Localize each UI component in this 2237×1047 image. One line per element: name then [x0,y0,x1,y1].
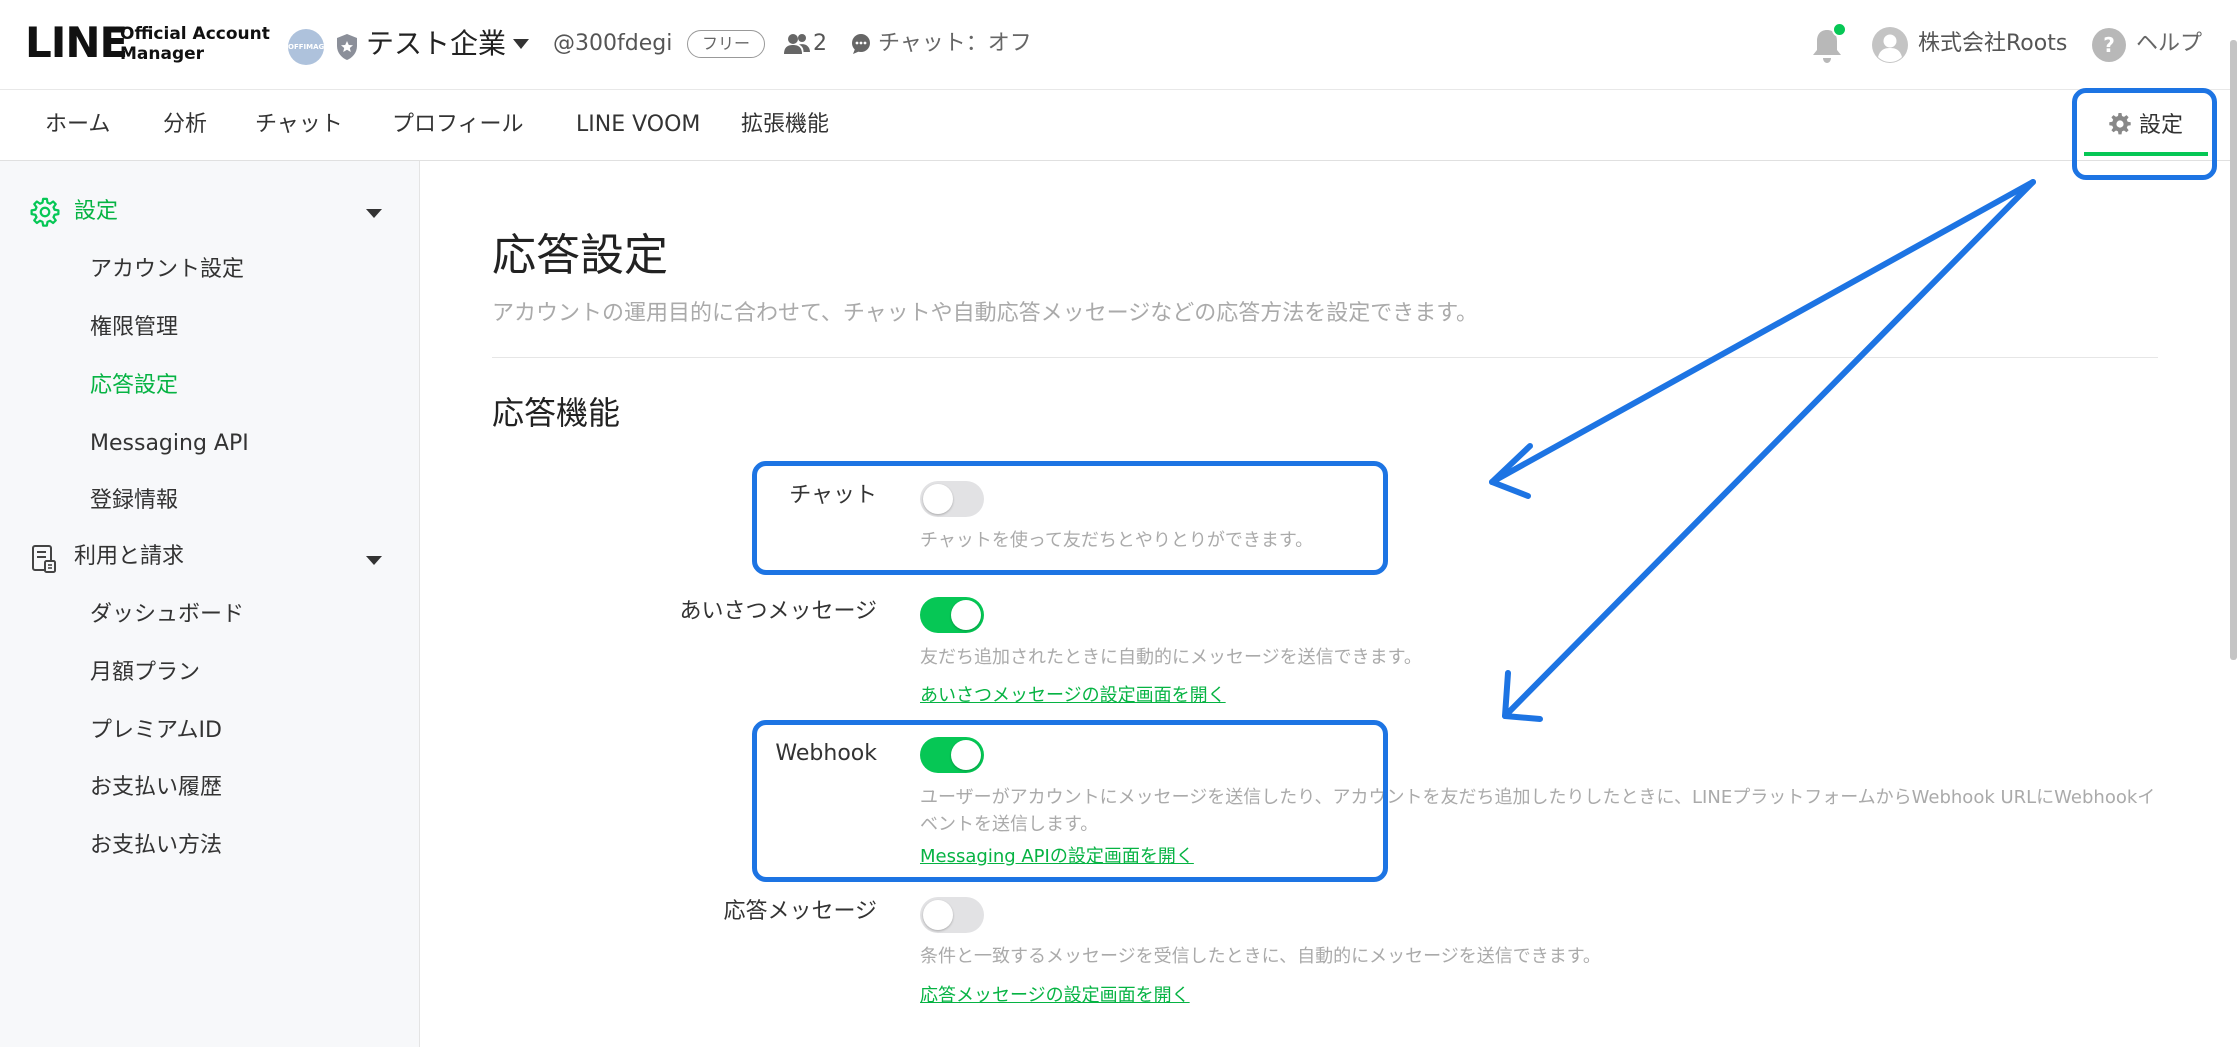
sidebar-item-response-settings[interactable]: 応答設定 [90,368,178,404]
plan-badge: フリー [687,30,766,58]
sidebar-item-monthly-plan[interactable]: 月額プラン [90,655,200,691]
page-title: 応答設定 [492,230,668,281]
auto-response-toggle[interactable] [920,897,984,933]
line-logo[interactable]: LINE [25,18,128,68]
feature-desc-auto-response: 条件と一致するメッセージを受信したときに、自動的にメッセージを送信できます。 [920,946,1601,967]
main-nav: ホーム 分析 チャット プロフィール LINE VOOM 拡張機能 設定 [0,90,2237,161]
top-bar: LINE Official Account Manager OFFIMAGE テ… [0,0,2237,90]
friend-count: 2 [813,31,827,56]
sidebar-item-dashboard[interactable]: ダッシュボード [90,597,244,633]
sidebar-item-registration-info[interactable]: 登録情報 [90,483,178,519]
friends-icon [784,34,810,54]
nav-item-extensions[interactable]: 拡張機能 [741,107,829,143]
invoice-icon [32,545,56,573]
chevron-down-icon[interactable] [366,209,382,218]
help-link[interactable]: ヘルプ [2136,26,2202,62]
logo-subtitle: Official Account Manager [120,24,270,64]
arrow-to-chat [1489,179,2036,485]
gear-icon [30,197,60,227]
chat-status[interactable]: チャット：オフ [878,26,1032,62]
user-name[interactable]: 株式会社Roots [1918,26,2067,62]
sidebar-section-settings[interactable]: 設定 [74,194,118,230]
notification-dot [1832,22,1847,37]
arrowhead [1489,443,1533,499]
sidebar-item-messaging-api[interactable]: Messaging API [90,426,249,462]
feature-label-auto-response: 応答メッセージ [723,899,877,924]
sidebar-item-payment-method[interactable]: お支払い方法 [90,828,222,864]
logo-subtitle-line2: Manager [120,44,205,64]
auto-response-settings-link[interactable]: 応答メッセージの設定画面を開く [920,983,1190,1009]
nav-item-line-voom[interactable]: LINE VOOM [576,107,700,143]
user-avatar-icon[interactable] [1872,27,1908,63]
sidebar-item-premium-id[interactable]: プレミアムID [90,713,222,749]
nav-item-home[interactable]: ホーム [45,107,110,143]
shield-icon [337,34,357,60]
feature-desc-greeting: 友だち追加されたときに自動的にメッセージを送信できます。 [920,647,1422,668]
sidebar: 設定 アカウント設定 権限管理 応答設定 Messaging API 登録情報 … [0,161,420,1047]
annotation-box-webhook [752,720,1388,882]
scrollbar[interactable] [2230,40,2237,660]
greeting-message-toggle[interactable] [920,597,984,633]
chevron-down-icon[interactable] [366,556,382,565]
account-id: @300fdegi [553,31,673,56]
sidebar-section-billing[interactable]: 利用と請求 [74,539,184,575]
sidebar-item-permissions[interactable]: 権限管理 [90,310,178,346]
sidebar-item-payment-history[interactable]: お支払い履歴 [90,770,222,806]
account-name[interactable]: テスト企業 [366,22,506,66]
chat-bubble-icon [852,34,870,54]
annotation-box-settings [2072,88,2217,180]
section-title: 応答機能 [492,394,621,432]
chevron-down-icon[interactable] [513,39,529,49]
feature-label-greeting: あいさつメッセージ [679,599,877,624]
nav-item-analytics[interactable]: 分析 [163,107,207,143]
nav-item-profile[interactable]: プロフィール [392,107,524,143]
greeting-settings-link[interactable]: あいさつメッセージの設定画面を開く [920,683,1226,709]
account-avatar[interactable]: OFFIMAGE [288,29,329,65]
divider [492,357,2158,358]
nav-item-chat[interactable]: チャット [255,107,343,143]
arrowhead [1502,670,1543,722]
help-icon[interactable]: ? [2092,28,2126,62]
toggle-knob [951,600,981,630]
logo-subtitle-line1: Official Account [120,24,270,44]
arrow-to-webhook [1502,179,2036,719]
annotation-box-chat [752,461,1388,575]
page-description: アカウントの運用目的に合わせて、チャットや自動応答メッセージなどの応答方法を設定… [492,301,1479,326]
toggle-knob [923,900,953,930]
sidebar-item-account-settings[interactable]: アカウント設定 [90,252,244,288]
